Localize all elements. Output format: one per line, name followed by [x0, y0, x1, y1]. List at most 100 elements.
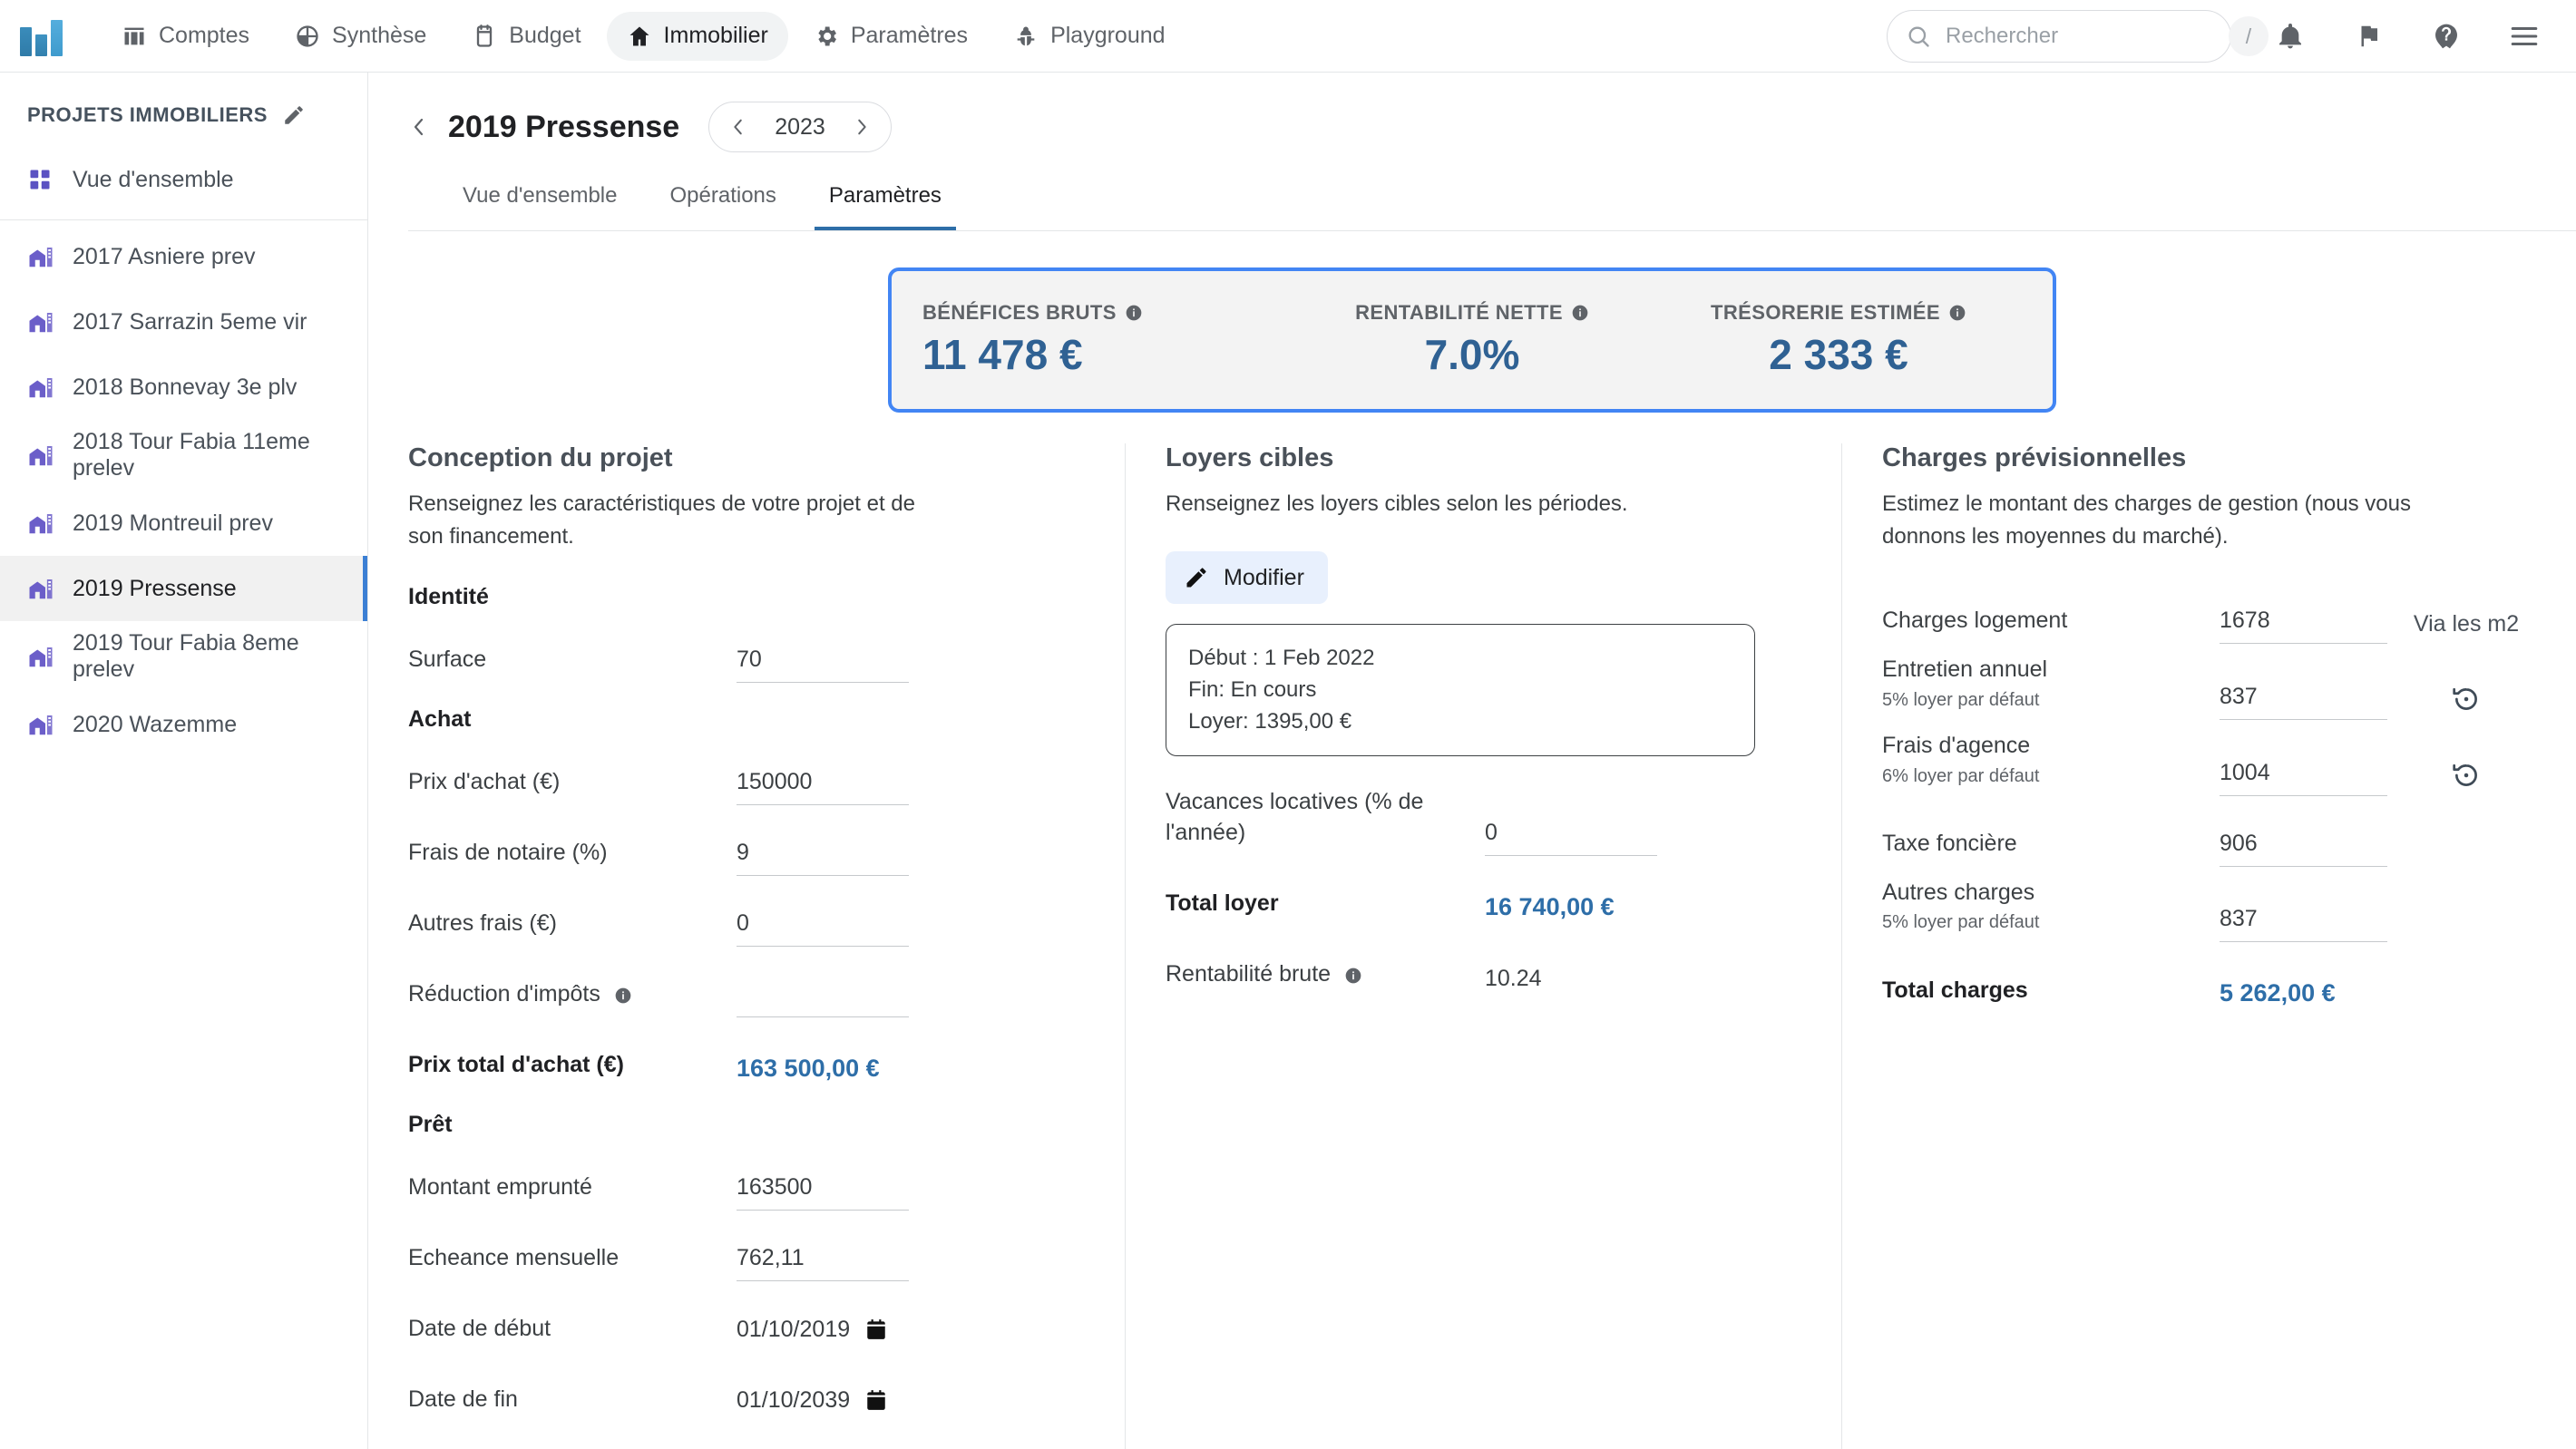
conception-heading: Conception du projet	[408, 443, 673, 472]
field-surface: Surface	[408, 623, 1088, 683]
info-icon[interactable]	[1125, 304, 1143, 322]
nav-item-playground[interactable]: Playground	[993, 12, 1185, 61]
menu-icon[interactable]	[2496, 8, 2552, 64]
field-prix-achat: Prix d'achat (€)	[408, 745, 1088, 805]
chevron-left-icon[interactable]	[408, 113, 432, 141]
field-date-debut-control[interactable]: 01/10/2019	[737, 1317, 963, 1352]
kpi-benefices-bruts-value: 11 478 €	[922, 331, 1083, 378]
field-vacances-locatives-control	[1485, 819, 1657, 856]
tab-parametres[interactable]: Paramètres	[814, 176, 956, 230]
info-icon[interactable]	[614, 987, 632, 1005]
autres-charges-input[interactable]	[2220, 906, 2387, 943]
frais-notaire-input[interactable]	[737, 840, 909, 876]
restore-icon[interactable]	[2451, 684, 2482, 715]
calendar-icon[interactable]	[864, 1318, 888, 1341]
field-date-fin: Date de fin 01/10/2039	[408, 1363, 1088, 1423]
field-prix-achat-control	[737, 769, 909, 805]
echeance-mensuelle-input[interactable]	[737, 1245, 909, 1281]
sidebar-item-project-4-label: 2019 Montreuil prev	[73, 510, 273, 536]
date-debut-field[interactable]: 01/10/2019	[737, 1317, 963, 1352]
sidebar-item-project-1[interactable]: 2017 Sarrazin 5eme vir	[0, 289, 367, 355]
conception-description: Renseignez les caractéristiques de votre…	[408, 491, 915, 549]
date-fin-value: 01/10/2039	[737, 1387, 851, 1413]
field-autres-charges-text: Autres charges	[1882, 879, 2035, 905]
vacances-locatives-input[interactable]	[1485, 819, 1657, 856]
sidebar-item-overview[interactable]: Vue d'ensemble	[0, 147, 367, 212]
total-charges-value: 5 262,00 €	[2220, 979, 2336, 1007]
nav-item-synthese[interactable]: Synthèse	[275, 12, 446, 61]
kpi-rentabilite-nette-label-row: RENTABILITÉ NETTE	[1355, 301, 1589, 325]
field-autres-frais-label: Autres frais (€)	[408, 910, 557, 937]
flag-icon[interactable]	[2340, 8, 2396, 64]
nav-item-immobilier[interactable]: Immobilier	[606, 11, 788, 61]
charges-logement-extra: Via les m2	[2398, 609, 2534, 645]
field-frais-agence-text: Frais d'agence	[1882, 732, 2031, 758]
building-icon	[27, 510, 54, 537]
field-entretien-annuel-sub: 5% loyer par défaut	[1882, 689, 2040, 710]
autres-frais-input[interactable]	[737, 910, 909, 947]
field-echeance-mensuelle-control	[737, 1245, 909, 1281]
field-taxe-fonciere: Taxe foncière	[1882, 807, 2558, 867]
nav-item-comptes[interactable]: Comptes	[102, 12, 269, 61]
info-icon[interactable]	[1344, 967, 1362, 985]
reduction-impots-input[interactable]	[737, 981, 909, 1017]
prix-achat-input[interactable]	[737, 769, 909, 805]
notifications-icon[interactable]	[2262, 8, 2318, 64]
modifier-button[interactable]: Modifier	[1166, 551, 1328, 604]
restore-icon[interactable]	[2451, 760, 2482, 791]
field-frais-notaire-label: Frais de notaire (%)	[408, 840, 608, 866]
field-date-debut-label: Date de début	[408, 1316, 551, 1342]
loyer-period-card[interactable]: Début : 1 Feb 2022 Fin: En cours Loyer: …	[1166, 624, 1755, 757]
tab-vue-densemble[interactable]: Vue d'ensemble	[448, 176, 631, 230]
section-conception-du-projet: Conception du projet Renseignez les cara…	[408, 443, 1125, 1449]
entretien-annuel-input[interactable]	[2220, 683, 2387, 720]
sidebar-item-project-5[interactable]: 2019 Pressense	[0, 556, 367, 621]
frais-agence-input[interactable]	[2220, 759, 2387, 796]
field-prix-total-achat-control: 163 500,00 €	[737, 1055, 880, 1088]
info-icon[interactable]	[1571, 304, 1589, 322]
field-frais-agence: Frais d'agence 6% loyer par défaut	[1882, 731, 2558, 796]
sidebar-item-project-6[interactable]: 2019 Tour Fabia 8eme prelev	[0, 621, 367, 692]
field-reduction-impots-label: Réduction d'impôts	[408, 979, 726, 1017]
nav-item-immobilier-label: Immobilier	[663, 23, 768, 48]
primary-nav: Comptes Synthèse Budget Immobilier Param	[102, 11, 1186, 61]
field-date-fin-control[interactable]: 01/10/2039	[737, 1387, 963, 1423]
kpi-benefices-bruts-label: BÉNÉFICES BRUTS	[922, 301, 1117, 324]
taxe-fonciere-input[interactable]	[2220, 830, 2387, 867]
nav-item-parametres[interactable]: Paramètres	[794, 12, 988, 61]
sidebar-item-project-7[interactable]: 2020 Wazemme	[0, 692, 367, 757]
charges-logement-input[interactable]	[2220, 608, 2387, 644]
date-fin-field[interactable]: 01/10/2039	[737, 1387, 963, 1423]
field-total-loyer-label: Total loyer	[1166, 890, 1279, 917]
field-autres-charges-sub: 5% loyer par défaut	[1882, 912, 2040, 933]
year-prev-button[interactable]	[720, 109, 756, 145]
surface-input[interactable]	[737, 647, 909, 683]
field-montant-emprunte-control	[737, 1174, 909, 1211]
building-icon	[27, 442, 54, 469]
search-input[interactable]	[1931, 23, 2229, 50]
group-pret: Prêt	[408, 1112, 453, 1137]
loyer-period-fin: Fin: En cours	[1188, 676, 1317, 702]
nav-item-budget[interactable]: Budget	[452, 12, 600, 61]
pencil-icon[interactable]	[282, 103, 306, 127]
total-loyer-value: 16 740,00 €	[1485, 892, 1615, 920]
help-icon[interactable]	[2418, 8, 2474, 64]
field-prix-total-achat-label: Prix total d'achat (€)	[408, 1052, 624, 1078]
group-achat: Achat	[408, 706, 472, 732]
info-icon[interactable]	[1948, 304, 1966, 322]
sidebar-item-project-0[interactable]: 2017 Asniere prev	[0, 224, 367, 289]
via-les-m2-link[interactable]: Via les m2	[2414, 609, 2519, 639]
sidebar-item-project-3[interactable]: 2018 Tour Fabia 11eme prelev	[0, 420, 367, 491]
field-surface-control	[737, 647, 909, 683]
year-next-button[interactable]	[844, 109, 880, 145]
search-box[interactable]: /	[1887, 10, 2269, 63]
app-logo[interactable]	[20, 16, 69, 56]
montant-emprunte-input[interactable]	[737, 1174, 909, 1211]
field-autres-charges-control	[2220, 906, 2387, 943]
calendar-icon[interactable]	[864, 1388, 888, 1412]
sidebar-item-project-4[interactable]: 2019 Montreuil prev	[0, 491, 367, 556]
sidebar-item-project-2[interactable]: 2018 Bonnevay 3e plv	[0, 355, 367, 420]
tab-operations[interactable]: Opérations	[655, 176, 790, 230]
field-vacances-locatives-label: Vacances locatives (% de l'année)	[1166, 789, 1424, 846]
nav-item-parametres-label: Paramètres	[850, 23, 969, 48]
